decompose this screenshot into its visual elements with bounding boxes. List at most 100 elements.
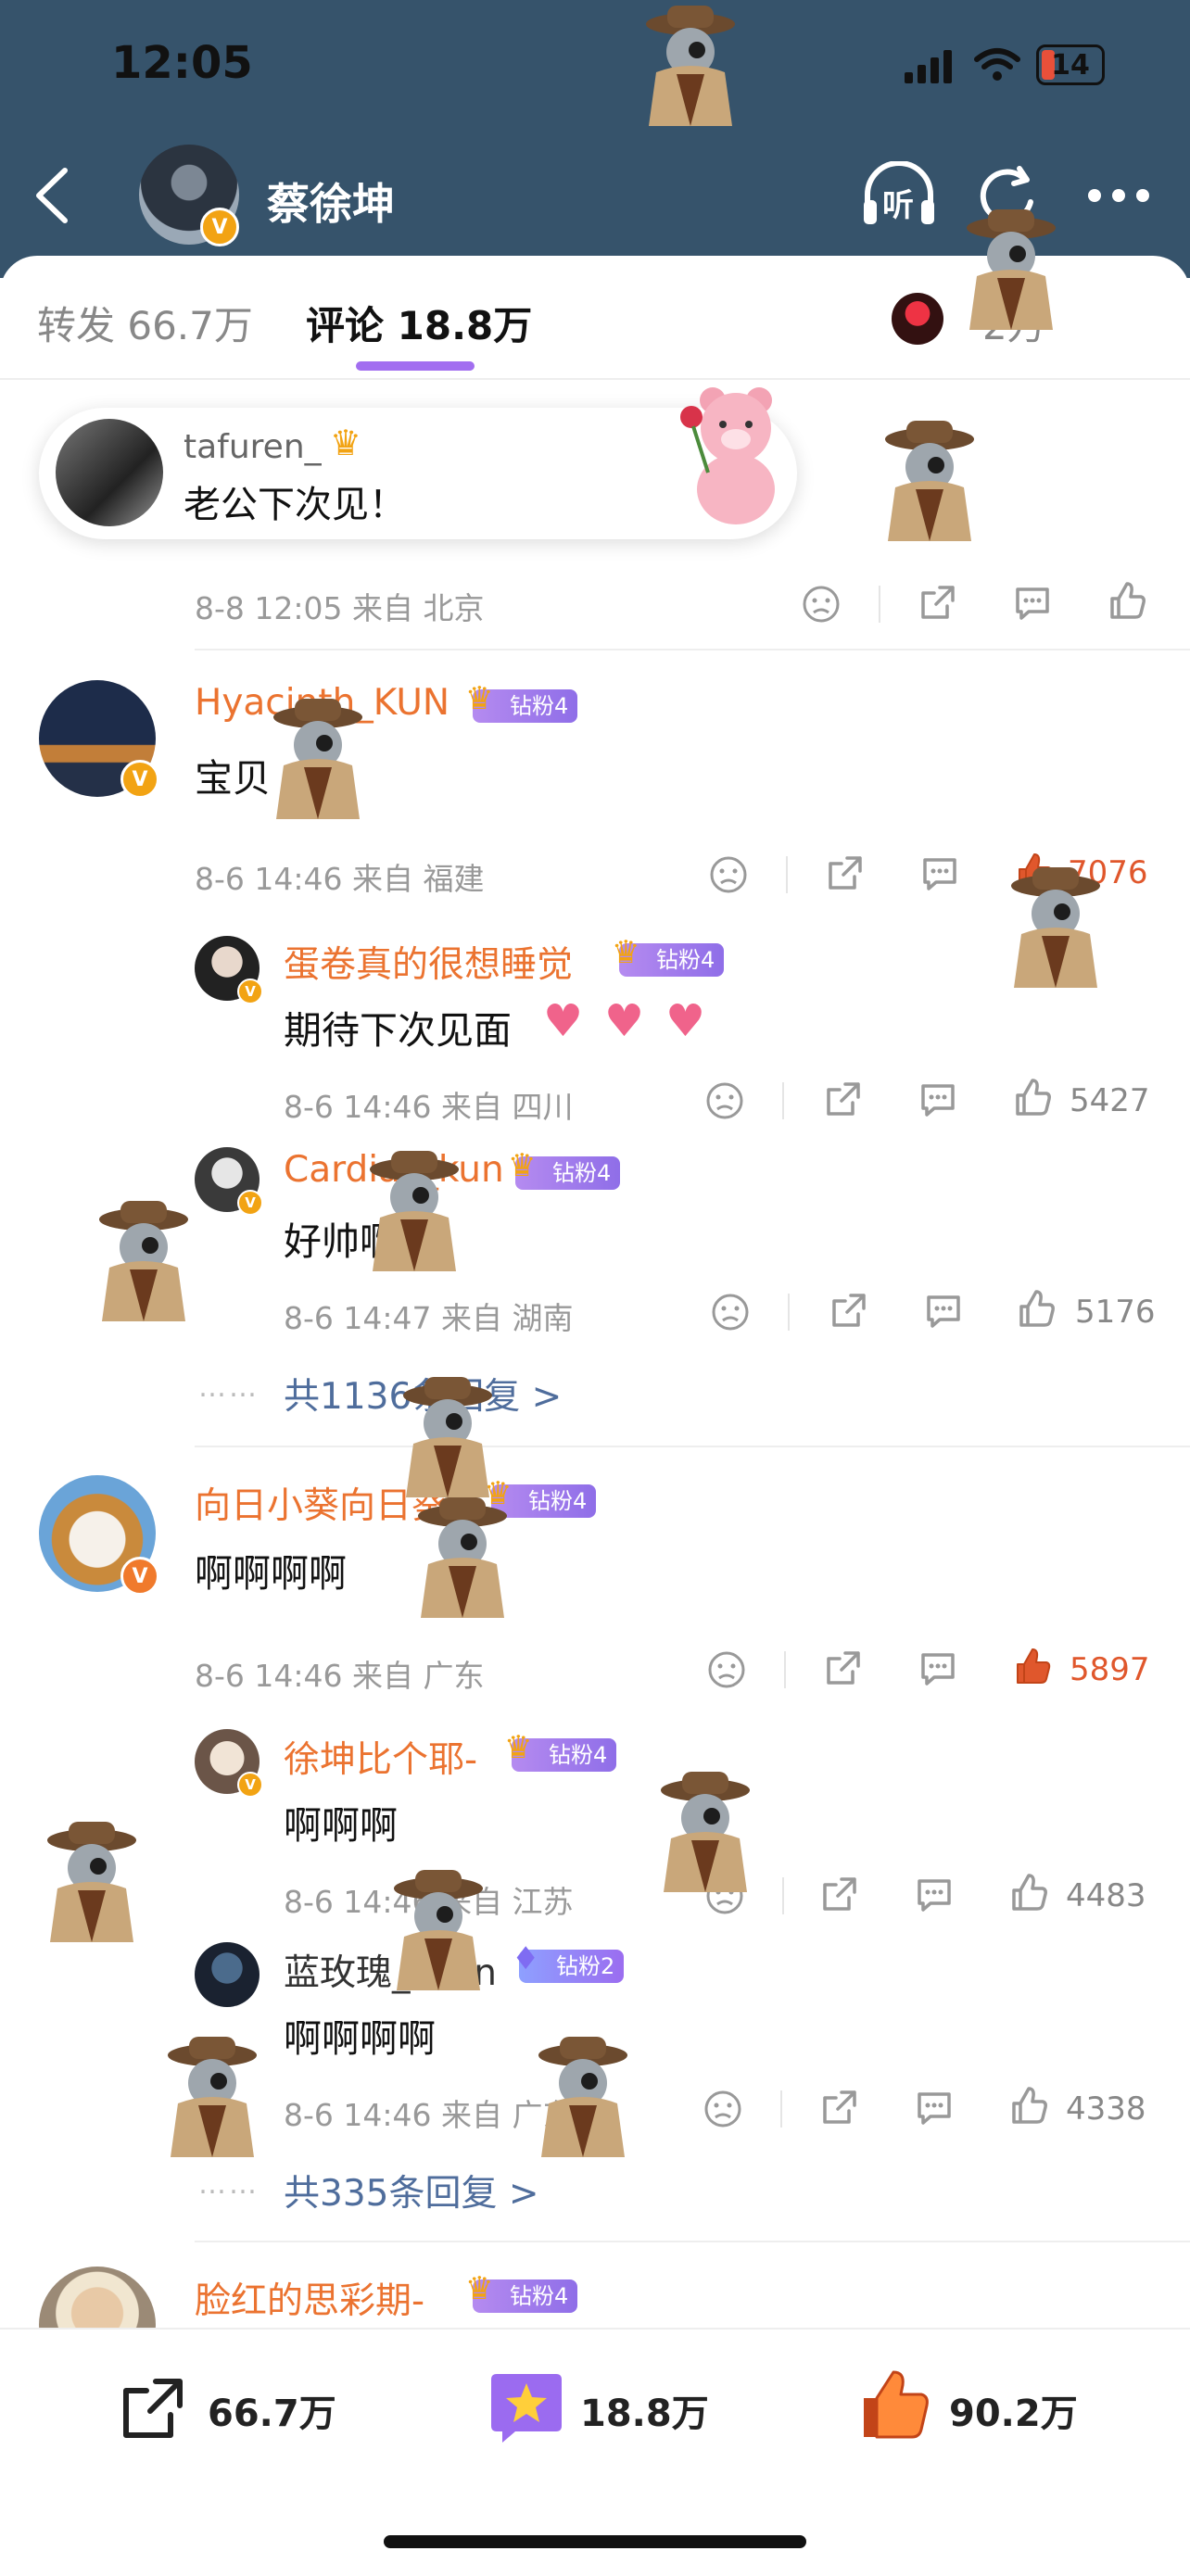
- comment-icon[interactable]: [918, 1079, 958, 1119]
- comment-meta: 8-6 14:46 来自 福建: [195, 861, 485, 897]
- share-icon[interactable]: [829, 1290, 869, 1331]
- dislike-icon[interactable]: [710, 1292, 751, 1332]
- comment-count[interactable]: 18.8万: [580, 2383, 709, 2437]
- dislike-icon[interactable]: [704, 1875, 745, 1916]
- bubble-text: 老公下次见！: [184, 484, 406, 526]
- reply-text: 啊啊啊啊: [284, 2016, 436, 2061]
- refresh-icon[interactable]: [973, 161, 1040, 228]
- heart-emoji-icon: ♥: [543, 995, 584, 1047]
- like-count: 4483: [1066, 1877, 1146, 1914]
- comment-star-icon[interactable]: [487, 2368, 565, 2446]
- tab-divider: [0, 378, 1190, 380]
- share-icon[interactable]: [918, 582, 958, 623]
- reply-meta: 8-6 14:46 来自 广东: [284, 2097, 574, 2133]
- comment-text: 宝贝: [195, 756, 271, 801]
- fan-level-badge: ♦ 钻粉2: [512, 1942, 625, 1983]
- comment-divider: [195, 2241, 1190, 2242]
- pink-bear-icon: [680, 387, 775, 524]
- action-separator: [782, 1877, 784, 1914]
- action-separator: [879, 586, 880, 623]
- dislike-icon[interactable]: [708, 854, 749, 895]
- action-separator: [786, 856, 788, 893]
- comment-divider: [195, 649, 1190, 650]
- share-icon[interactable]: [819, 1874, 860, 1914]
- more-icon[interactable]: [1086, 185, 1151, 206]
- comment-icon[interactable]: [918, 1648, 958, 1688]
- reply-meta: 8-6 14:46 来自 四川: [284, 1089, 574, 1125]
- action-separator: [780, 2090, 782, 2128]
- comment-icon[interactable]: [914, 2087, 955, 2128]
- likes-avatar: [892, 293, 943, 345]
- commenter-username[interactable]: Hyacinth_KUN: [195, 682, 449, 724]
- reply-text: 好帅啊: [284, 1219, 398, 1264]
- home-indicator: [384, 2535, 806, 2548]
- action-separator: [788, 1294, 790, 1331]
- comment-icon[interactable]: [919, 852, 960, 893]
- reply-meta: 8-6 14:46 来自 江苏: [284, 1884, 574, 1920]
- verified-badge-icon: V: [237, 1772, 263, 1798]
- comment-icon[interactable]: [1012, 582, 1053, 623]
- commenter-username[interactable]: 向日小葵向日葵: [195, 1477, 448, 1529]
- bubble-username: tafuren_: [184, 428, 322, 466]
- share-icon[interactable]: [819, 2087, 860, 2128]
- reply-username[interactable]: 徐坤比个耶-: [284, 1731, 477, 1783]
- dislike-icon[interactable]: [706, 1649, 747, 1690]
- heart-emoji-icon: ♥: [604, 995, 645, 1047]
- dislike-icon[interactable]: [703, 2089, 743, 2129]
- fan-level-badge: ♛ 钻粉4: [484, 1477, 597, 1518]
- comment-meta: 8-8 12:05 来自 北京: [195, 590, 485, 626]
- share-icon[interactable]: [825, 852, 866, 893]
- share-icon[interactable]: [823, 1079, 864, 1119]
- like-icon-active[interactable]: [1012, 1646, 1053, 1686]
- repost-count[interactable]: 66.7万: [208, 2383, 336, 2437]
- thumbs-up-icon[interactable]: [858, 2367, 932, 2441]
- fan-level-badge: ♛ 钻粉4: [465, 682, 578, 723]
- tab-likes[interactable]: 2万: [982, 295, 1046, 351]
- view-replies-link[interactable]: 共335条回复 >: [284, 2165, 539, 2216]
- like-icon[interactable]: [1107, 580, 1147, 621]
- dislike-icon[interactable]: [704, 1080, 745, 1121]
- comment-divider: [195, 1446, 1190, 1447]
- like-total[interactable]: 90.2万: [949, 2383, 1078, 2437]
- comment-icon[interactable]: [923, 1290, 964, 1331]
- comment-meta: 8-6 14:46 来自 广东: [195, 1658, 485, 1694]
- listen-label: 听: [882, 187, 914, 224]
- reply-avatar[interactable]: [195, 1942, 260, 2007]
- verified-badge-icon: V: [237, 979, 263, 1004]
- like-icon[interactable]: [1008, 2085, 1049, 2126]
- profile-name[interactable]: 蔡徐坤: [267, 170, 395, 232]
- status-time: 12:05: [111, 37, 253, 89]
- like-count: 5176: [1075, 1294, 1156, 1331]
- signal-icon: [905, 50, 955, 83]
- battery-level: 14: [1051, 49, 1090, 82]
- verified-badge-icon: V: [237, 1190, 263, 1216]
- tab-reposts[interactable]: 转发 66.7万: [37, 295, 253, 351]
- fan-level-badge: ♛ 钻粉4: [612, 936, 725, 977]
- reply-dots: ……: [198, 2168, 260, 2201]
- like-icon-active[interactable]: [1014, 851, 1055, 891]
- reply-dots: ……: [198, 1371, 260, 1404]
- like-icon[interactable]: [1016, 1288, 1057, 1329]
- fan-level-badge: ♛ 钻粉4: [508, 1149, 621, 1190]
- comment-icon[interactable]: [914, 1874, 955, 1914]
- like-icon[interactable]: [1008, 1872, 1049, 1913]
- like-count: 7076: [1068, 854, 1148, 891]
- reply-username[interactable]: Cardiac_kun: [284, 1149, 504, 1191]
- tab-comments[interactable]: 评论 18.8万: [306, 295, 532, 351]
- dislike-icon[interactable]: [801, 584, 842, 625]
- action-separator: [782, 1082, 784, 1119]
- back-icon[interactable]: [28, 165, 78, 226]
- repost-icon[interactable]: [119, 2374, 187, 2443]
- reply-username[interactable]: 蛋卷真的很想睡觉: [284, 936, 573, 988]
- reply-text: 期待下次见面: [284, 1008, 512, 1053]
- commenter-username[interactable]: 脸红的思彩期-: [195, 2272, 424, 2324]
- comment-text: 啊啊啊啊: [195, 1551, 347, 1596]
- verified-badge-icon: V: [200, 208, 239, 246]
- reply-username[interactable]: 蓝玫瑰_kkun: [284, 1944, 497, 1996]
- like-count: 5897: [1070, 1651, 1150, 1688]
- heart-emoji-icon: ♥: [665, 995, 706, 1047]
- like-icon[interactable]: [1012, 1077, 1053, 1118]
- verified-badge-icon: V: [120, 760, 159, 799]
- share-icon[interactable]: [823, 1648, 864, 1688]
- view-replies-link[interactable]: 共1136条回复 >: [284, 1368, 562, 1420]
